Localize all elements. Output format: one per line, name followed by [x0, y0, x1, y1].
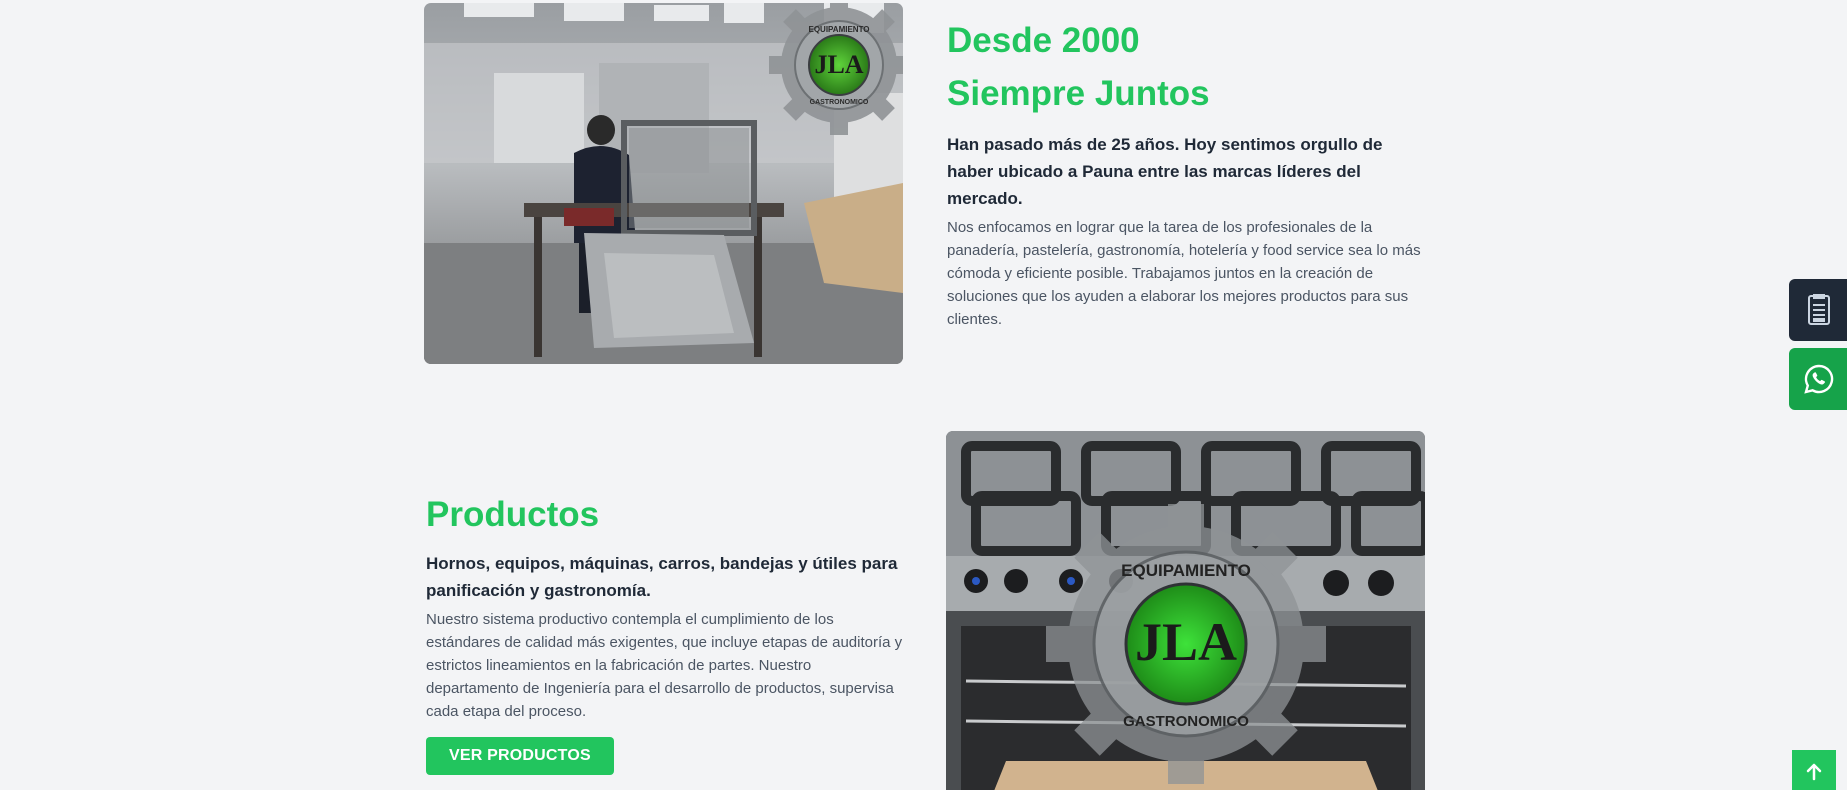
stove-logo-bottom: GASTRONOMICO: [1123, 713, 1249, 730]
workshop-logo-bottom: GASTRONOMICO: [810, 99, 869, 106]
products-lead: Hornos, equipos, máquinas, carros, bande…: [426, 554, 898, 600]
products-heading: Productos: [426, 495, 600, 534]
whatsapp-button[interactable]: [1789, 348, 1847, 410]
products-body: Nuestro sistema productivo contempla el …: [426, 611, 903, 720]
about-section: Desde 2000 Siempre Juntos Han pasado más…: [947, 14, 1427, 331]
products-section: Productos Hornos, equipos, máquinas, car…: [426, 488, 906, 775]
about-lead: Han pasado más de 25 años. Hoy sentimos …: [947, 135, 1383, 208]
workshop-logo-top: EQUIPAMIENTO: [808, 25, 869, 34]
stove-photo: JLA EQUIPAMIENTO GASTRONOMICO: [946, 431, 1425, 790]
view-products-button[interactable]: VER PRODUCTOS: [426, 737, 614, 775]
stove-logo-main: JLA: [1135, 612, 1237, 672]
workshop-photo: JLA EQUIPAMIENTO GASTRONOMICO: [424, 3, 903, 364]
arrow-up-icon: [1806, 763, 1822, 781]
page: JLA EQUIPAMIENTO GASTRONOMICO Desde 2000…: [0, 0, 1847, 790]
about-heading-line2: Siempre Juntos: [947, 74, 1210, 113]
about-heading-line1: Desde 2000: [947, 21, 1140, 60]
about-body: Nos enfocamos en lograr que la tarea de …: [947, 219, 1421, 328]
stove-logo-top: EQUIPAMIENTO: [1121, 561, 1251, 580]
scroll-top-button[interactable]: [1792, 750, 1836, 790]
workshop-logo-main: JLA: [814, 50, 863, 79]
whatsapp-icon: [1804, 364, 1834, 394]
catalog-icon: [1808, 294, 1830, 325]
catalog-button[interactable]: [1789, 279, 1847, 341]
